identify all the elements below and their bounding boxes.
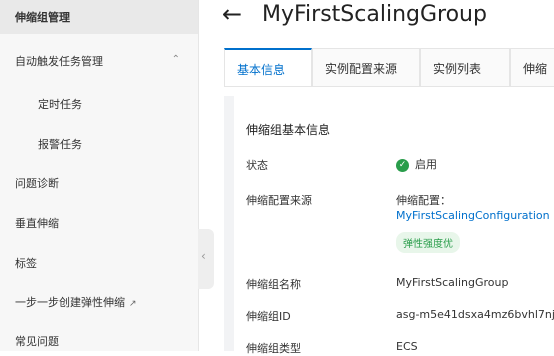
sidebar-item-diagnosis[interactable]: 问题诊断 <box>0 175 198 193</box>
config-prefix: 伸缩配置： <box>396 194 451 207</box>
tab-basic-info[interactable]: 基本信息 <box>224 48 312 86</box>
group-id-value: asg-m5e41dsxa4mz6bvhl7nj <box>396 308 554 321</box>
chevron-left-icon: ‹ <box>201 249 206 263</box>
sidebar-item-label: 常见问题 <box>15 335 59 348</box>
sidebar: 伸缩组管理 自动触发任务管理 ⌃ 定时任务 报警任务 问题诊断 垂直伸缩 标签 … <box>0 0 199 351</box>
main-content: ← MyFirstScalingGroup 基本信息 实例配置来源 实例列表 伸… <box>214 0 554 355</box>
status-label: 状态 <box>246 159 268 172</box>
back-arrow-icon[interactable]: ← <box>222 0 242 28</box>
sidebar-item-label: 一步一步创建弹性伸缩 <box>15 296 125 309</box>
sidebar-collapse-handle[interactable]: ‹ <box>198 229 214 289</box>
sidebar-item-auto-trigger[interactable]: 自动触发任务管理 ⌃ <box>0 53 198 71</box>
tab-instance-config-source[interactable]: 实例配置来源 <box>312 48 420 86</box>
status-badge: 弹性强度优 <box>396 232 460 253</box>
content-panel: 伸缩组基本信息 状态 ✓ 启用 伸缩配置来源 伸缩配置： MyFirstScali… <box>224 96 554 355</box>
sidebar-item-label: 问题诊断 <box>15 177 59 190</box>
sidebar-item-step-by-step[interactable]: 一步一步创建弹性伸缩 ↗ <box>0 294 198 312</box>
chevron-up-icon: ⌃ <box>171 54 180 65</box>
tab-bar: 基本信息 实例配置来源 实例列表 伸缩 <box>224 48 554 87</box>
status-value: ✓ 启用 <box>396 156 437 172</box>
external-link-icon: ↗ <box>129 299 137 309</box>
scaling-config-link[interactable]: MyFirstScalingConfiguration <box>396 209 550 222</box>
sidebar-item-label: 伸缩组管理 <box>15 11 70 24</box>
page-title: MyFirstScalingGroup <box>262 2 487 27</box>
sidebar-item-label: 标签 <box>15 257 37 270</box>
config-source-label: 伸缩配置来源 <box>246 194 312 207</box>
sidebar-item-label: 定时任务 <box>38 98 82 111</box>
sidebar-item-label: 垂直伸缩 <box>15 217 59 230</box>
group-name-label: 伸缩组名称 <box>246 278 301 291</box>
sidebar-item-label: 自动触发任务管理 <box>15 55 103 68</box>
tab-scaling[interactable]: 伸缩 <box>510 48 554 86</box>
check-circle-icon: ✓ <box>396 158 409 172</box>
sidebar-item-scheduled-tasks[interactable]: 定时任务 <box>0 96 198 114</box>
group-id-label: 伸缩组ID <box>246 310 291 323</box>
sidebar-item-alarm-tasks[interactable]: 报警任务 <box>0 136 198 154</box>
tab-label: 实例列表 <box>433 62 482 76</box>
sidebar-item-vertical-scaling[interactable]: 垂直伸缩 <box>0 215 198 233</box>
sidebar-item-scaling-group-management[interactable]: 伸缩组管理 <box>0 0 198 34</box>
basic-info-card: 伸缩组基本信息 状态 ✓ 启用 伸缩配置来源 伸缩配置： MyFirstScali… <box>234 96 554 355</box>
sidebar-item-faq[interactable]: 常见问题 <box>0 333 198 351</box>
card-title: 伸缩组基本信息 <box>246 123 331 137</box>
tab-label: 伸缩 <box>523 62 548 76</box>
sidebar-item-label: 报警任务 <box>38 138 82 151</box>
tab-label: 实例配置来源 <box>325 62 398 76</box>
group-type-label: 伸缩组类型 <box>246 342 301 355</box>
sidebar-item-tags[interactable]: 标签 <box>0 255 198 273</box>
group-type-value: ECS <box>396 340 418 353</box>
group-name-value: MyFirstScalingGroup <box>396 276 509 289</box>
tab-label: 基本信息 <box>237 63 286 77</box>
tab-instance-list[interactable]: 实例列表 <box>420 48 510 86</box>
